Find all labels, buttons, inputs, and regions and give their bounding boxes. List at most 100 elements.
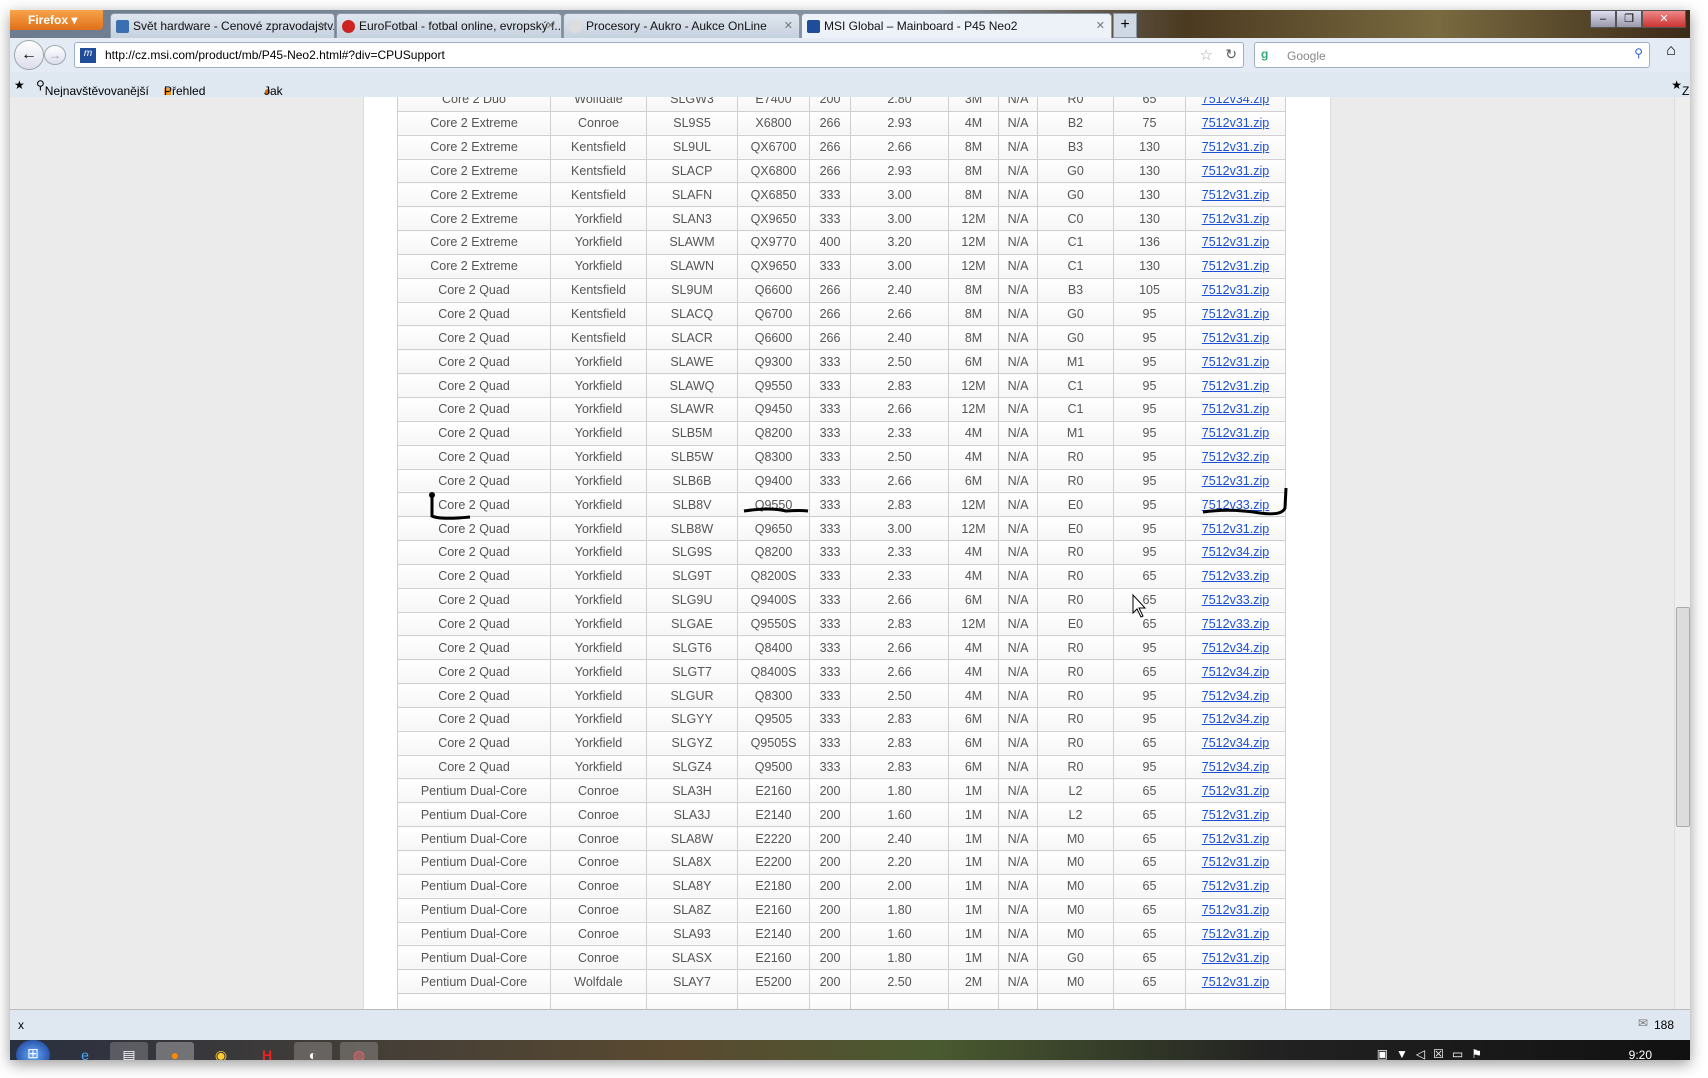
tab-aukro[interactable]: Procesory - Aukro - Aukce OnLine ✕ [563, 13, 800, 38]
cell-l2-cache: 8M [948, 325, 999, 351]
bios-download-link[interactable]: 7512v31.zip [1202, 307, 1269, 321]
bios-download-link[interactable]: 7512v31.zip [1202, 474, 1269, 488]
cell-l3-cache: N/A [998, 754, 1038, 780]
bios-download-link[interactable]: 7512v31.zip [1202, 212, 1269, 226]
bookmarks-menu[interactable]: ★ Záložky [1671, 78, 1690, 98]
explorer-icon[interactable]: ▤ [110, 1042, 148, 1060]
cell-family: Core 2 Extreme [397, 206, 551, 232]
bookmark-most-visited[interactable]: ⚲ Nejnavštěvovanější [36, 78, 149, 98]
close-tab-icon[interactable]: ✕ [1096, 19, 1105, 32]
cell-l3-cache: N/A [998, 563, 1038, 589]
cell-tdp: 130 [1113, 253, 1186, 279]
bios-download-link[interactable]: 7512v31.zip [1202, 522, 1269, 536]
app-icon[interactable]: ◍ [340, 1042, 378, 1060]
home-button[interactable]: ⌂ [1658, 42, 1684, 68]
bios-download-link[interactable]: 7512v31.zip [1202, 855, 1269, 869]
close-addon-bar-button[interactable]: x [18, 1018, 24, 1032]
bios-download-link[interactable]: 7512v31.zip [1202, 784, 1269, 798]
search-icon[interactable]: ⚲ [1634, 46, 1643, 60]
cell-sspec: SLGW3 [646, 97, 738, 112]
tab-svet-hardware[interactable]: Svět hardware - Cenové zpravodajstv... ✕ [110, 13, 335, 38]
close-tab-icon[interactable]: ✕ [319, 19, 328, 32]
bios-download-link[interactable]: 7512v33.zip [1202, 498, 1269, 512]
cell-l2-cache: 8M [948, 158, 999, 184]
bios-download-link[interactable]: 7512v31.zip [1202, 927, 1269, 941]
tab-eurofotbal[interactable]: EuroFotbal - fotbal online, evropský f..… [336, 13, 562, 38]
bios-download-link[interactable]: 7512v31.zip [1202, 140, 1269, 154]
app-icon[interactable]: ◐ [294, 1042, 332, 1060]
url-bar[interactable]: m http://cz.msi.com/product/mb/P45-Neo2.h… [74, 42, 1244, 68]
minimize-button[interactable]: – [1590, 10, 1616, 28]
bios-download-link[interactable]: 7512v31.zip [1202, 903, 1269, 917]
cell-family: Core 2 Quad [397, 706, 551, 732]
back-button[interactable]: ← [14, 40, 44, 70]
firefox-menu-button[interactable]: Firefox ▾ [10, 10, 103, 30]
cell-bios: 7512v32.zip [1185, 444, 1286, 470]
tab-msi-global[interactable]: MSI Global – Mainboard - P45 Neo2 ✕ [801, 13, 1112, 38]
cell-l3-cache: N/A [998, 635, 1038, 661]
maximize-button[interactable]: ❐ [1616, 10, 1642, 28]
bios-download-link[interactable]: 7512v31.zip [1202, 164, 1269, 178]
bios-download-link[interactable]: 7512v34.zip [1202, 736, 1269, 750]
table-row: Pentium Dual-Core Conroe SLA3H E2160 200 1.80… [397, 778, 1286, 804]
bios-download-link[interactable]: 7512v34.zip [1202, 760, 1269, 774]
bios-download-link[interactable]: 7512v31.zip [1202, 188, 1269, 202]
scrollbar-thumb[interactable] [1676, 607, 1690, 827]
search-input[interactable]: g Google ⚲ [1254, 42, 1650, 68]
bios-download-link[interactable]: 7512v31.zip [1202, 259, 1269, 273]
bios-download-link[interactable]: 7512v31.zip [1202, 331, 1269, 345]
bios-download-link[interactable]: 7512v31.zip [1202, 355, 1269, 369]
close-tab-icon[interactable]: ✕ [546, 19, 555, 32]
cell-model: E5200 [737, 969, 810, 995]
bios-download-link[interactable]: 7512v31.zip [1202, 426, 1269, 440]
bios-download-link[interactable]: 7512v31.zip [1202, 879, 1269, 893]
firefox-icon[interactable]: ● [156, 1042, 194, 1060]
cell-l3-cache: N/A [998, 659, 1038, 685]
bios-download-link[interactable]: 7512v34.zip [1202, 641, 1269, 655]
bios-download-link[interactable]: 7512v33.zip [1202, 593, 1269, 607]
close-window-button[interactable]: ✕ [1642, 10, 1686, 28]
cell-l3-cache: N/A [998, 850, 1038, 875]
system-tray-icons[interactable]: ▣▼◁☒▭⚑ [1377, 1047, 1490, 1060]
cell-family: Core 2 Quad [397, 420, 551, 446]
table-row: Pentium Dual-Core Conroe SLA3J E2140 200 1.60… [397, 802, 1286, 828]
bookmark-star-icon[interactable]: ☆ [1200, 46, 1213, 64]
bios-download-link[interactable]: 7512v34.zip [1202, 97, 1269, 106]
bios-download-link[interactable]: 7512v31.zip [1202, 283, 1269, 297]
mail-icon[interactable]: ✉ [1638, 1016, 1648, 1030]
bios-download-link[interactable]: 7512v34.zip [1202, 689, 1269, 703]
bios-download-link[interactable]: 7512v31.zip [1202, 235, 1269, 249]
cell-stepping: M0 [1037, 969, 1114, 995]
cell-bios: 7512v31.zip [1185, 134, 1286, 160]
h-app-icon[interactable]: H [248, 1042, 286, 1060]
bios-download-link[interactable]: 7512v33.zip [1202, 569, 1269, 583]
new-tab-button[interactable]: + [1113, 13, 1137, 38]
bios-download-link[interactable]: 7512v31.zip [1202, 402, 1269, 416]
close-tab-icon[interactable]: ✕ [784, 19, 793, 32]
bios-download-link[interactable]: 7512v34.zip [1202, 545, 1269, 559]
bios-download-link[interactable]: 7512v31.zip [1202, 116, 1269, 130]
cell-model: Q9400S [737, 587, 810, 613]
cell-stepping: C1 [1037, 396, 1114, 422]
bios-download-link[interactable]: 7512v31.zip [1202, 951, 1269, 965]
bios-download-link[interactable]: 7512v33.zip [1202, 617, 1269, 631]
bios-download-link[interactable]: 7512v34.zip [1202, 665, 1269, 679]
bios-download-link[interactable]: 7512v31.zip [1202, 808, 1269, 822]
internet-explorer-icon[interactable]: e [66, 1042, 104, 1060]
bios-download-link[interactable]: 7512v31.zip [1202, 832, 1269, 846]
bios-download-link[interactable]: 7512v34.zip [1202, 712, 1269, 726]
cell-family: Pentium Dual-Core [397, 945, 551, 971]
favicon-icon [342, 20, 355, 33]
app-icon[interactable]: ◉ [202, 1042, 240, 1060]
bookmarks-icon[interactable]: ★ [14, 78, 25, 92]
clock[interactable]: 9:20 [1629, 1048, 1652, 1060]
bios-download-link[interactable]: 7512v32.zip [1202, 450, 1269, 464]
favicon-icon [569, 20, 582, 33]
reload-icon[interactable]: ↻ [1225, 46, 1237, 63]
bios-download-link[interactable]: 7512v31.zip [1202, 379, 1269, 393]
vertical-scrollbar[interactable] [1674, 97, 1690, 1009]
cell-sspec: SLGT6 [646, 635, 738, 661]
bios-download-link[interactable]: 7512v31.zip [1202, 975, 1269, 989]
start-button[interactable]: ⊞ [16, 1040, 50, 1060]
forward-button[interactable]: → [44, 45, 66, 65]
